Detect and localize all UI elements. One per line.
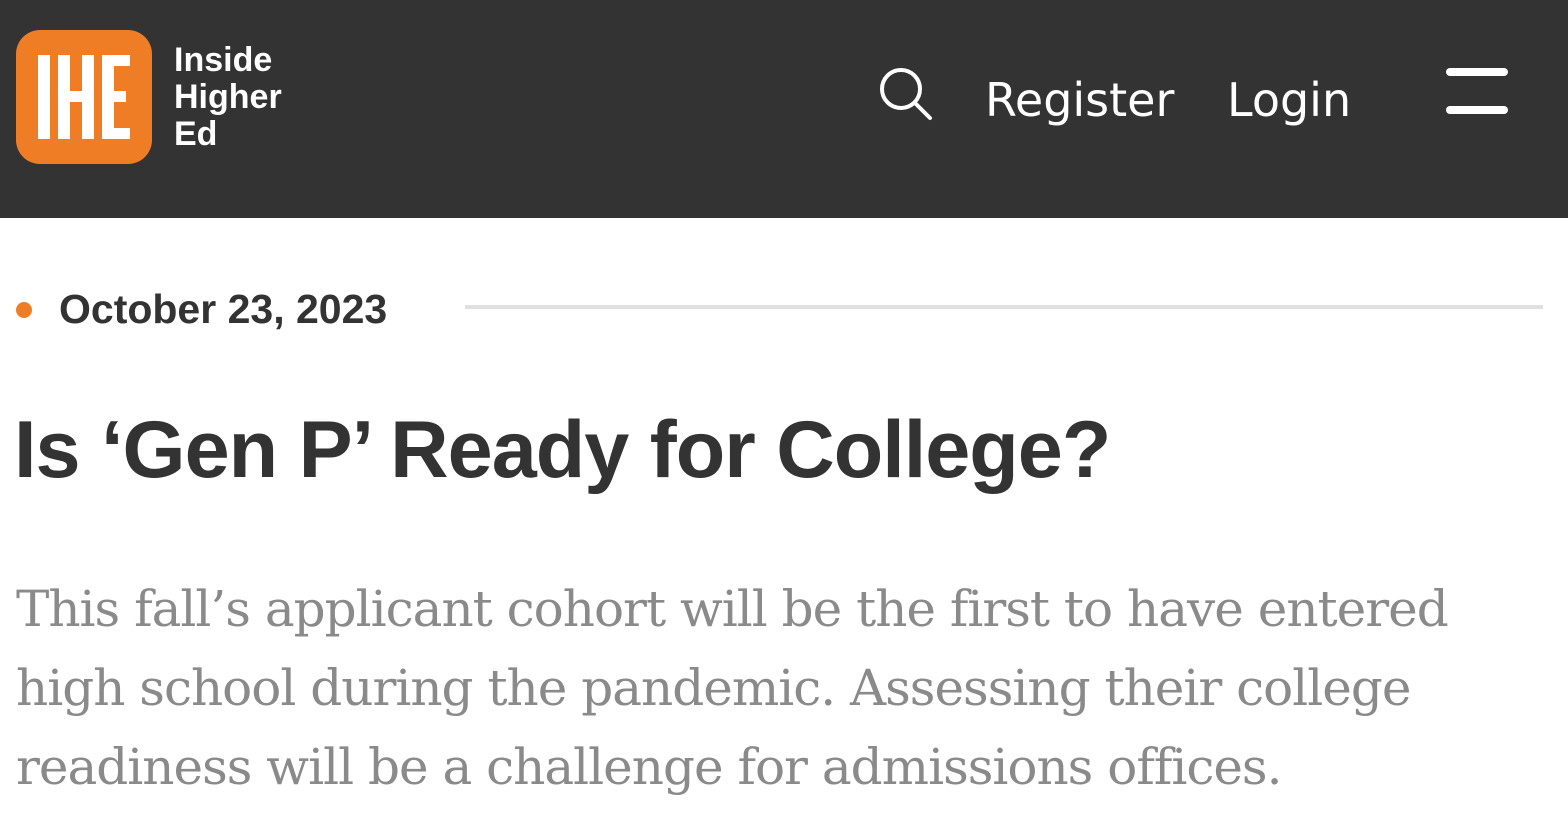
logo-line-inside: Inside	[174, 40, 273, 79]
logo-wordmark: Inside Higher Ed	[174, 40, 324, 153]
menu-bar-top	[1446, 68, 1508, 76]
login-link[interactable]: Login	[1227, 72, 1351, 128]
article-date: October 23, 2023	[59, 286, 388, 332]
article-date-row: October 23, 2023	[16, 282, 1546, 334]
dek-line: This fall’s applicant cohort will be the…	[16, 580, 1449, 638]
logo-line-ed: Ed	[174, 114, 218, 153]
date-accent-dot	[16, 302, 32, 318]
dek-line: high school during the pandemic. Assessi…	[16, 659, 1411, 717]
site-header: Inside Higher Ed Register Login	[0, 0, 1568, 218]
site-logo-link[interactable]: Inside Higher Ed	[16, 30, 324, 164]
menu-bar-bottom	[1446, 106, 1508, 114]
hamburger-menu-icon[interactable]	[1446, 68, 1510, 116]
article-title: Is ‘Gen P’ Ready for College?	[14, 405, 1111, 495]
search-icon[interactable]	[876, 64, 936, 124]
ihe-logo-icon	[16, 30, 152, 164]
article-dek: This fall’s applicant cohort will be the…	[16, 570, 1546, 807]
dek-line: readiness will be a challenge for admiss…	[16, 738, 1282, 796]
logo-line-higher: Higher	[174, 77, 282, 116]
date-divider	[465, 305, 1543, 309]
register-link[interactable]: Register	[985, 72, 1174, 128]
